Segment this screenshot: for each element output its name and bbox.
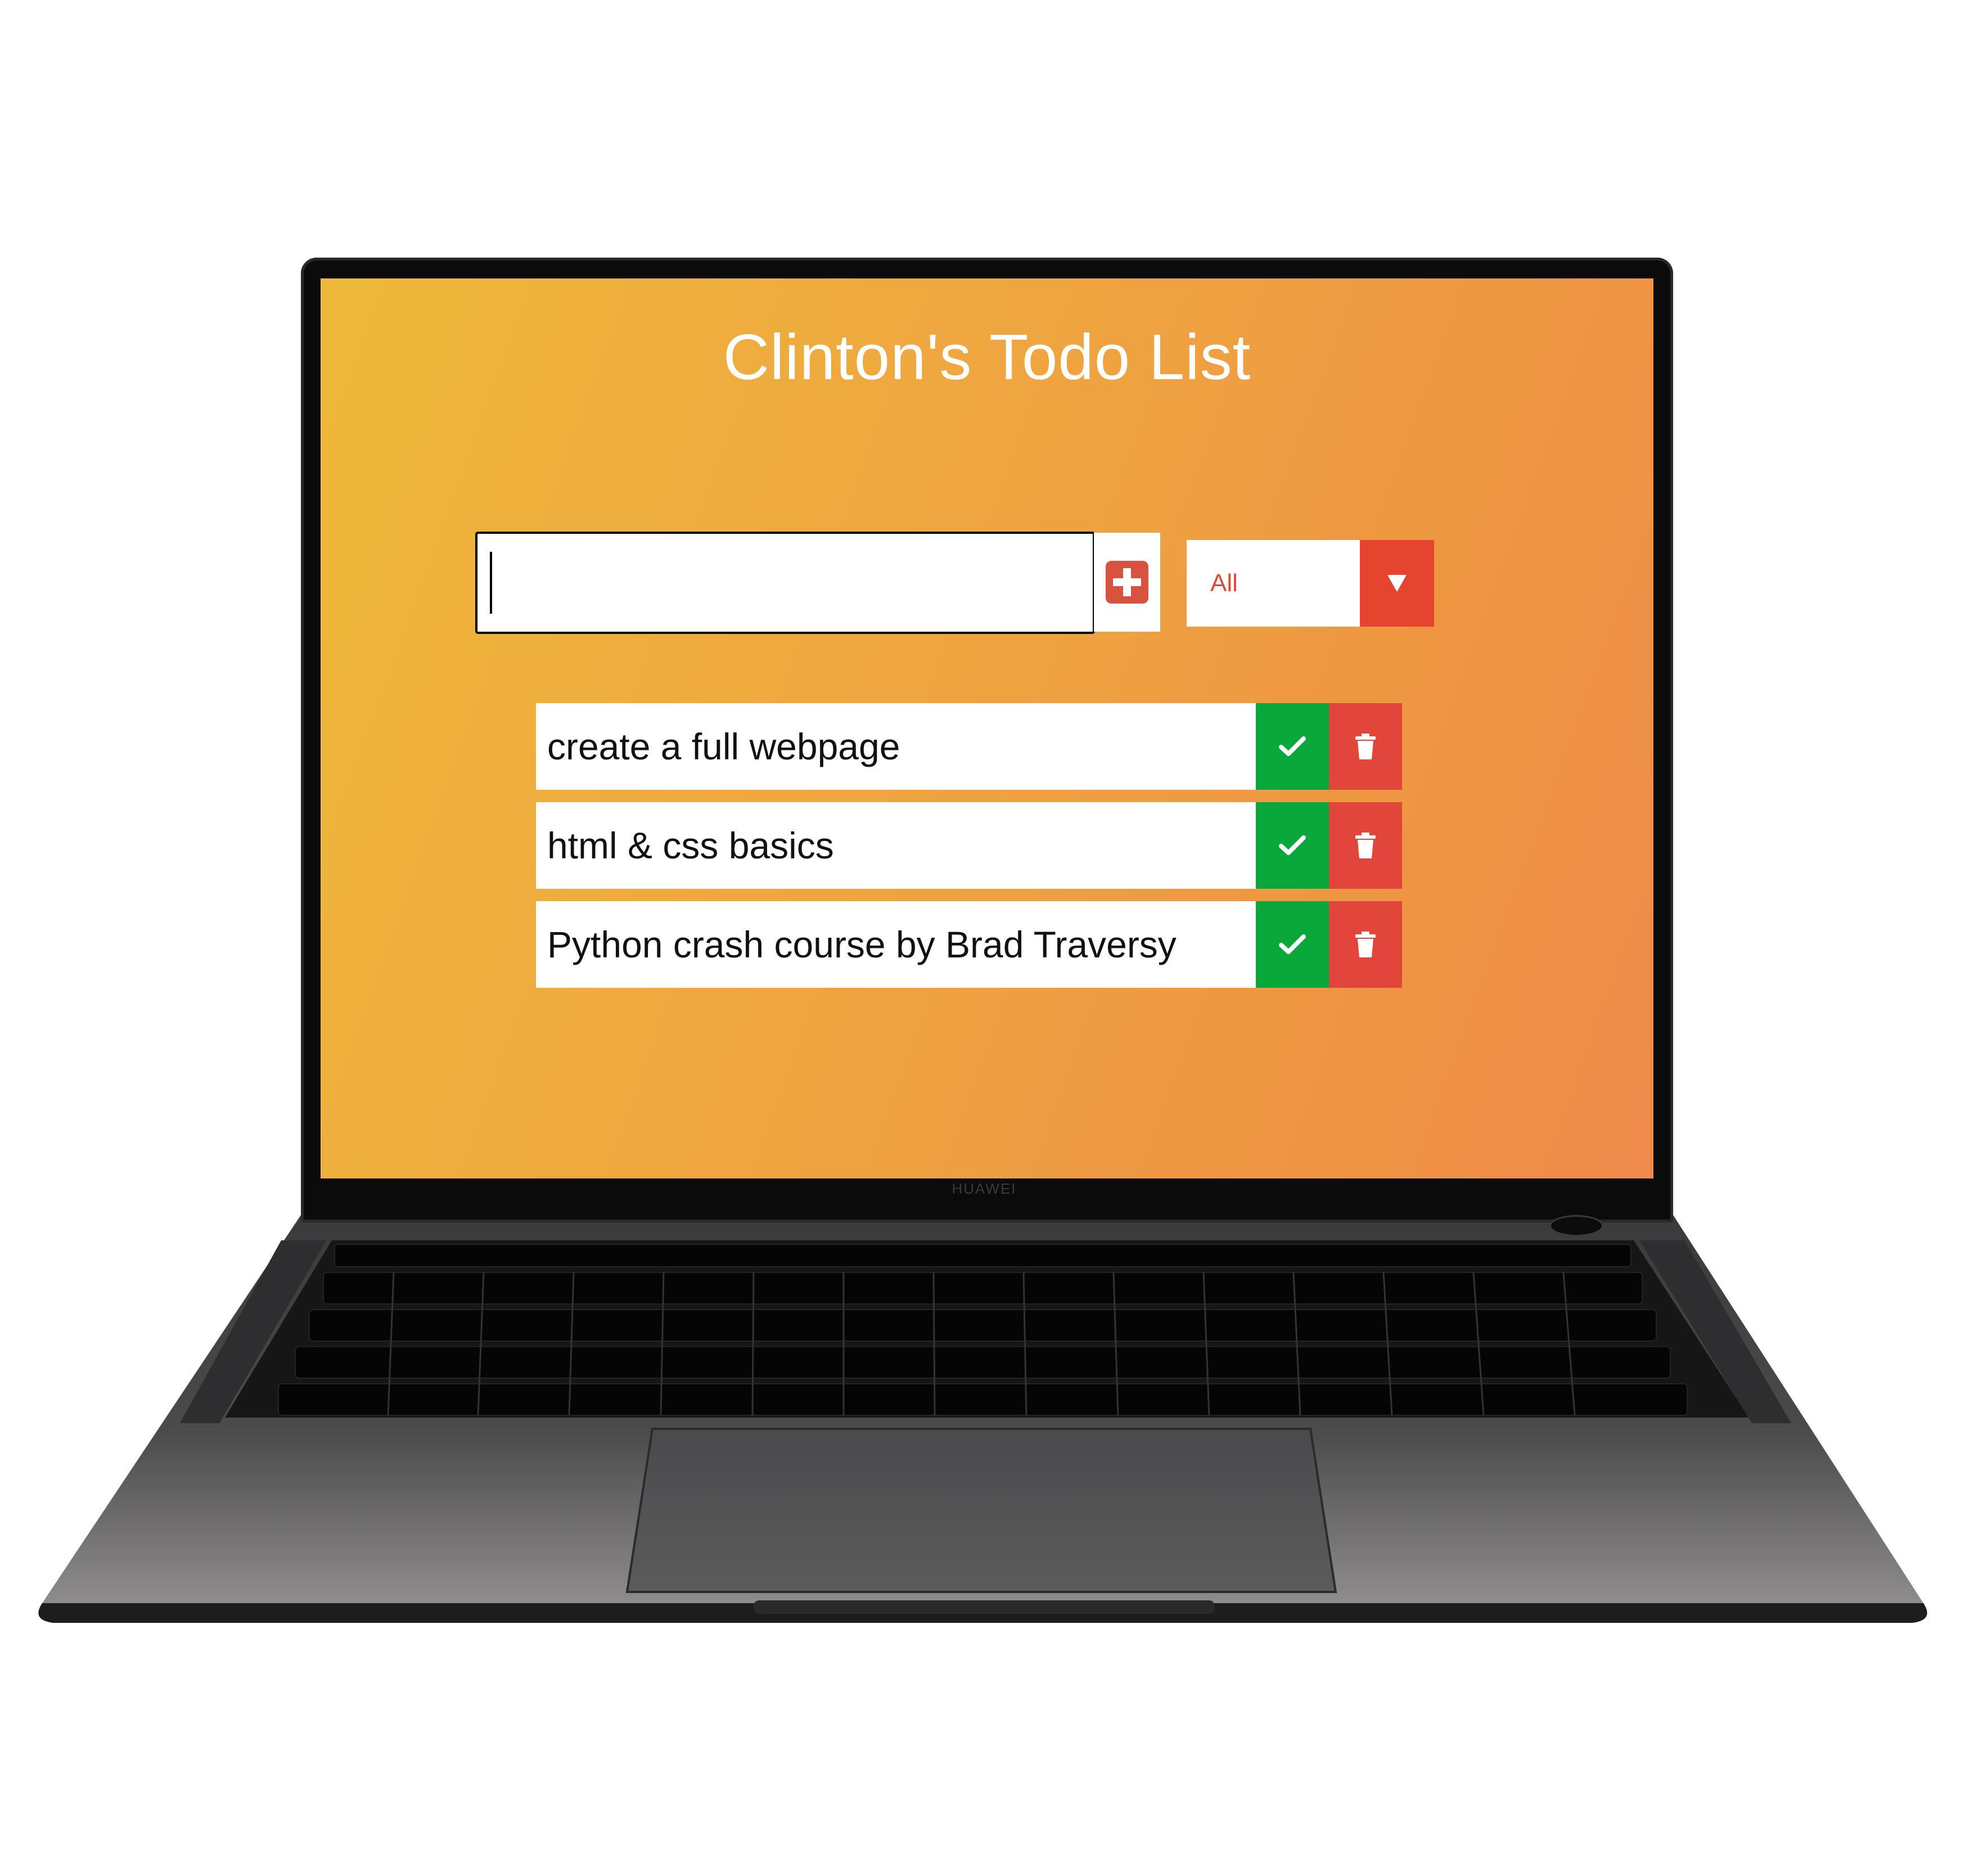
check-icon bbox=[1279, 736, 1306, 756]
todo-item: Python crash course by Brad Traversy bbox=[536, 901, 1402, 988]
laptop-brand-logo: HUAWEI bbox=[952, 1180, 1017, 1197]
todo-text: create a full webpage bbox=[547, 726, 900, 767]
page-title: Clinton's Todo List bbox=[723, 322, 1251, 393]
todo-input-container bbox=[475, 532, 1095, 634]
complete-button[interactable] bbox=[1256, 901, 1329, 988]
trash-icon bbox=[1355, 734, 1376, 759]
todo-text: Python crash course by Brad Traversy bbox=[547, 924, 1177, 965]
todo-item: create a full webpage bbox=[536, 703, 1402, 790]
delete-button[interactable] bbox=[1329, 901, 1402, 988]
caret-down-icon bbox=[1387, 575, 1407, 592]
check-icon bbox=[1279, 934, 1306, 954]
filter-select[interactable]: All bbox=[1187, 540, 1434, 627]
complete-button[interactable] bbox=[1256, 703, 1329, 790]
todo-input[interactable] bbox=[477, 534, 1093, 632]
power-button bbox=[1549, 1215, 1603, 1236]
trash-icon bbox=[1355, 932, 1376, 957]
filter-dropdown-toggle[interactable] bbox=[1360, 540, 1434, 627]
laptop-screen: Clinton's Todo List All create a full we… bbox=[321, 278, 1653, 1178]
check-icon bbox=[1279, 835, 1306, 855]
complete-button[interactable] bbox=[1256, 802, 1329, 889]
text-caret bbox=[490, 552, 492, 614]
add-todo-button[interactable] bbox=[1094, 533, 1160, 632]
plus-square-icon bbox=[1106, 561, 1148, 604]
filter-selected-value: All bbox=[1210, 569, 1238, 597]
delete-button[interactable] bbox=[1329, 802, 1402, 889]
trash-icon bbox=[1355, 833, 1376, 858]
todo-text: html & css basics bbox=[547, 825, 834, 866]
delete-button[interactable] bbox=[1329, 703, 1402, 790]
todo-item: html & css basics bbox=[536, 802, 1402, 889]
